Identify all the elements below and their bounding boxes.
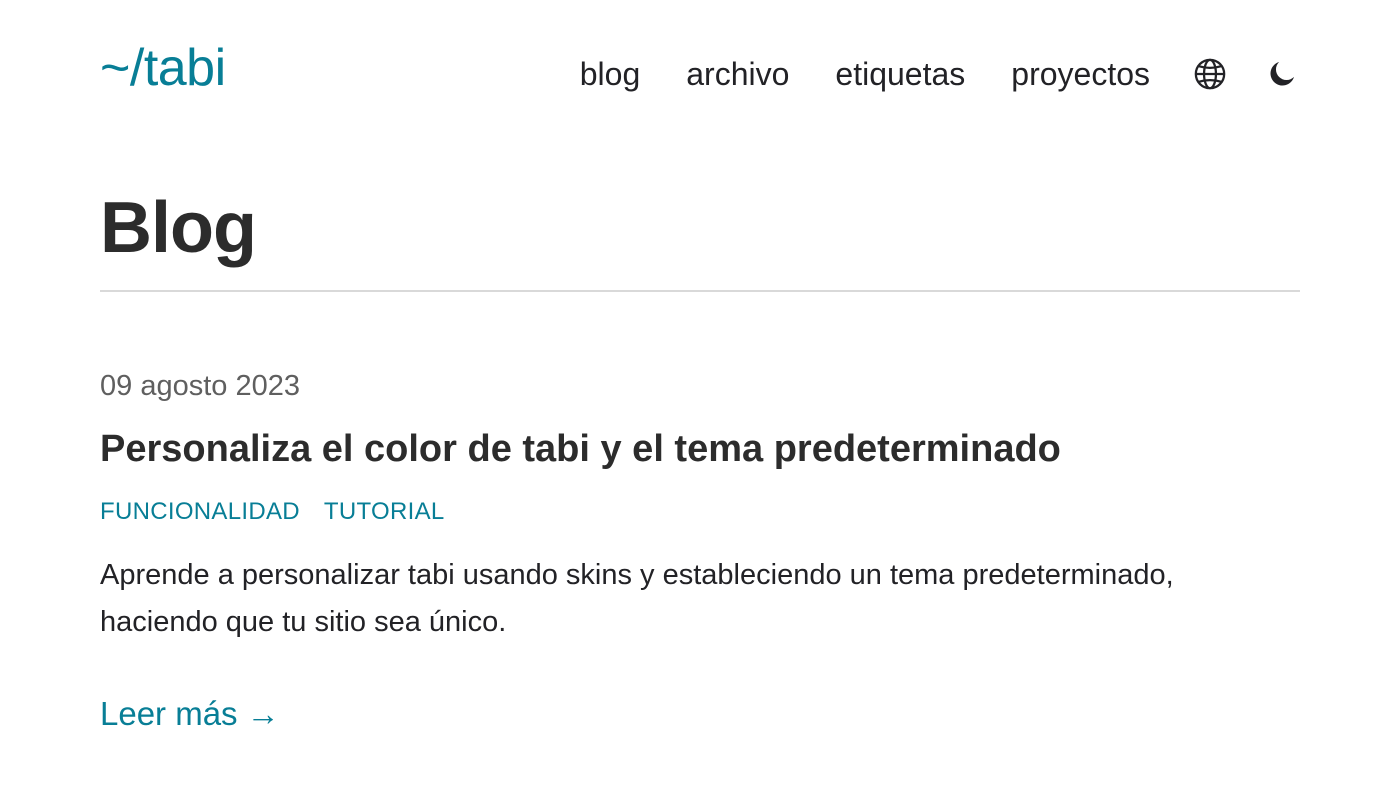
page-title: Blog [100,188,257,268]
post-item: 09 agosto 2023 Personaliza el color de t… [100,364,1300,736]
post-date: 09 agosto 2023 [100,370,300,402]
globe-icon [1194,58,1226,90]
post-title[interactable]: Personaliza el color de tabi y el tema p… [100,424,1300,474]
title-divider [100,290,1300,292]
theme-toggle-button[interactable] [1264,56,1300,92]
moon-icon [1270,62,1294,86]
site-logo[interactable]: ~/tabi [100,36,226,100]
post-tags: FUNCIONALIDAD TUTORIAL [100,494,1300,530]
tag-funcionalidad[interactable]: FUNCIONALIDAD [100,494,300,530]
nav-link-proyectos[interactable]: proyectos [1011,48,1150,100]
tag-tutorial[interactable]: TUTORIAL [324,494,445,530]
language-switcher-button[interactable] [1192,56,1228,92]
post-summary: Aprende a personalizar tabi usando skins… [100,559,1174,638]
nav-link-archivo[interactable]: archivo [686,48,789,100]
nav-link-etiquetas[interactable]: etiquetas [835,48,965,100]
nav-link-blog[interactable]: blog [580,48,641,100]
read-more-link[interactable]: Leer más → [100,692,280,736]
main-nav: blog archivo etiquetas proyectos [580,48,1300,100]
